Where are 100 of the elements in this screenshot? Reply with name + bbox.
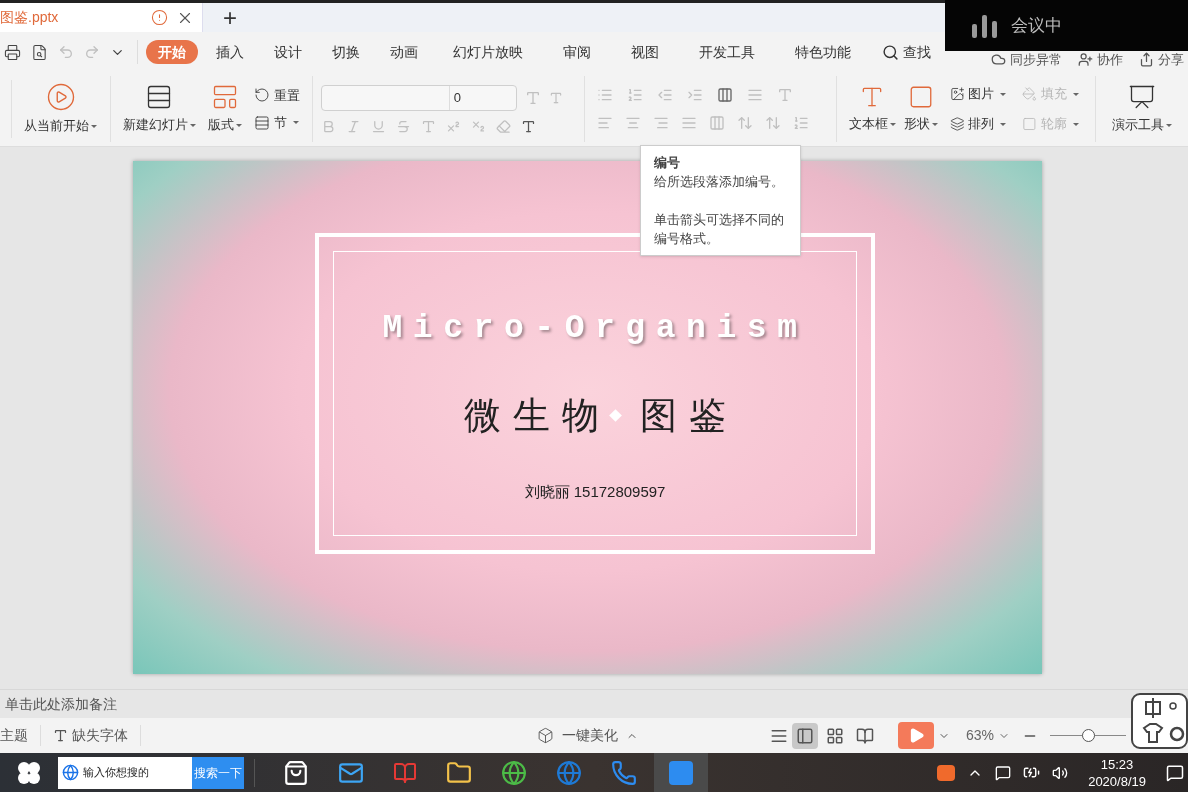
document-tab[interactable]: 图鉴.pptx [0,3,203,32]
eraser-icon[interactable] [495,118,511,134]
volume-icon[interactable] [1052,764,1069,781]
globe-icon[interactable] [501,759,527,786]
toolbar-action[interactable]: 协作 [1078,49,1123,69]
menu-tab[interactable]: 动画 [378,40,430,64]
line-spacing-icon[interactable] [737,115,754,131]
slide-title: Micro-Organism [382,309,808,349]
caret-icon [1073,92,1079,96]
input-method-icon[interactable] [937,764,956,781]
align-left-icon[interactable] [597,115,614,131]
folder-icon[interactable] [446,759,472,786]
meeting-indicator[interactable]: 会议中 [945,0,1188,51]
caret-icon [189,123,196,127]
theme-button[interactable]: 主题 [0,725,41,746]
menu-tab[interactable]: 插入 [204,40,256,64]
play-button[interactable] [898,722,934,749]
missing-font-button[interactable]: 缺失字体 [41,725,141,746]
reset-button[interactable]: 重置 [253,85,300,105]
shape-button[interactable]: 形状 [903,114,938,134]
reset-icon [253,87,270,104]
audio-bars-icon [971,13,999,38]
menu-tab[interactable]: 审阅 [551,40,603,64]
zoom-slider[interactable] [1050,728,1127,743]
caret-icon [1000,122,1007,126]
new-slide-button[interactable]: 新建幻灯片 [122,115,196,135]
slider-thumb[interactable] [1082,729,1096,742]
clock-time[interactable]: 15:23 [1100,755,1134,773]
increase-indent-icon[interactable] [687,87,704,103]
undo-icon[interactable] [58,44,74,60]
slide-subtitle: 微 生 物 [464,392,599,439]
author-text: 刘晓丽 15172809597 [524,482,666,502]
text-direction-icon[interactable] [717,87,734,103]
browser-icon[interactable] [556,759,582,786]
store-icon[interactable] [283,759,309,786]
play-from-current-button[interactable]: 从当前开始 [24,116,98,136]
grid-view-icon [826,726,844,745]
underline-icon[interactable] [370,118,386,134]
align-text-icon[interactable] [747,87,764,103]
text-box-button[interactable]: 文本框 [848,114,896,134]
decrease-indent-icon[interactable] [657,87,674,103]
play-icon[interactable] [45,82,76,113]
section-button[interactable]: 节 [253,113,300,133]
toolbar-action[interactable]: 分享 [1139,49,1184,69]
print-icon[interactable] [4,43,21,61]
search-icon [882,43,899,61]
book-icon [856,726,874,745]
layout-button[interactable]: 版式 [207,115,242,135]
strikethrough-icon[interactable] [395,118,411,134]
presentation-tools-button[interactable]: 演示工具 [1112,115,1172,135]
cube-icon [537,727,554,744]
paint-bucket-icon [1022,86,1037,102]
zoom-dropdown[interactable]: 63% [966,725,1011,746]
normal-view-icon [796,726,814,745]
redo-icon[interactable] [84,44,100,60]
caret-icon [1166,123,1172,127]
italic-icon[interactable] [345,118,361,134]
square-icon [1022,116,1037,132]
share-icon [1139,51,1154,67]
menu-tab[interactable]: 切换 [320,40,372,64]
floating-widget-drawing[interactable] [1128,690,1188,752]
web-search-field[interactable]: 输入你想搜的 [58,756,192,789]
justify-icon[interactable] [681,115,698,131]
notification-icon[interactable] [1166,763,1184,782]
caret-icon [292,121,299,125]
wps-app-button[interactable] [654,753,708,792]
caret-icon [931,122,938,126]
beautify-button[interactable]: 一键美化 [537,725,638,746]
ribbon-button[interactable]: 图片 [945,81,1011,107]
subscript-icon[interactable] [470,118,486,134]
menu-tab[interactable]: 幻灯片放映 [441,40,535,64]
caret-icon [889,122,896,126]
caret-icon [91,124,98,128]
clock-date[interactable]: 2020/8/19 [1088,772,1146,790]
search-button[interactable]: 查找 [882,41,931,63]
align-right-icon[interactable] [653,115,670,131]
numbered-list-icon[interactable] [627,87,644,103]
superscript-icon[interactable] [445,118,461,134]
phone-icon[interactable] [611,759,637,786]
fan-logo-icon[interactable] [16,759,42,786]
warning-icon [151,9,168,26]
menu-tab[interactable]: 设计 [262,40,314,64]
caret-icon [1000,92,1007,96]
paragraph-spacing-icon[interactable] [765,115,782,131]
align-center-icon[interactable] [625,115,642,131]
picture-icon [949,86,965,102]
view-button[interactable] [792,722,818,749]
caret-icon [1073,122,1079,126]
toolbar-action[interactable]: 同步异常 [991,49,1062,69]
bullet-list-icon[interactable] [597,87,614,103]
menu-tab[interactable]: 视图 [619,40,671,64]
notes-field[interactable]: 单击此处添加备注 [5,693,117,715]
book-icon[interactable] [393,760,417,785]
ribbon-button[interactable]: 排列 [945,111,1011,137]
chat-icon[interactable] [995,764,1012,781]
menu-tab[interactable]: 开发工具 [687,40,767,64]
new-tab-button[interactable]: + [215,3,245,32]
cloud-icon [991,51,1006,67]
menu-tab[interactable]: 特色功能 [783,40,863,64]
print-preview-icon[interactable] [31,43,48,61]
